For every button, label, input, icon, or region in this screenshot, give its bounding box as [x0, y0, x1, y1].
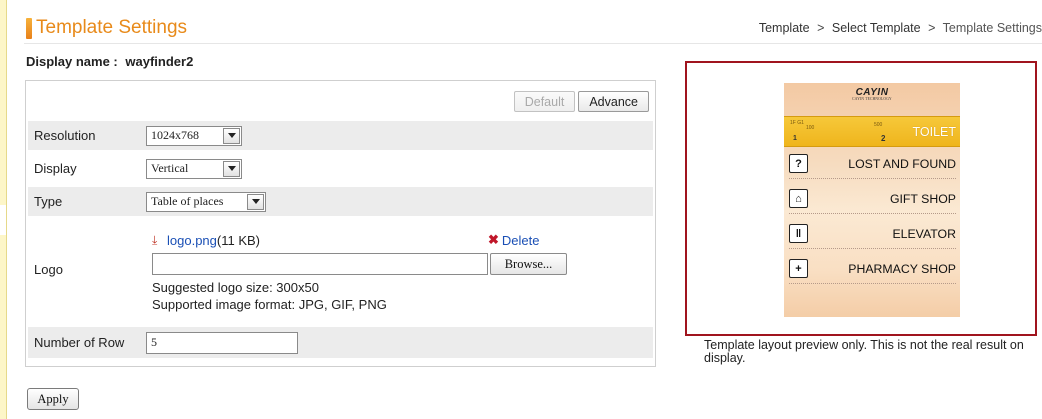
preview-tiny-a: 1F G1 — [790, 120, 804, 126]
preview-place-row: + PHARMACY SHOP — [789, 254, 956, 284]
display-label: Display — [34, 161, 77, 176]
logo-file-link[interactable]: logo.png — [167, 233, 217, 248]
display-name-value: wayfinder2 — [125, 54, 194, 69]
preview-place-name: ELEVATOR — [892, 226, 956, 241]
preview-number: 2 — [881, 134, 886, 143]
lost-found-icon: ? — [789, 154, 808, 173]
display-row: Display Vertical — [28, 154, 653, 183]
preview-floor: 1 — [793, 135, 797, 142]
resolution-label: Resolution — [34, 128, 96, 143]
download-icon: ⤓ — [152, 233, 158, 247]
number-of-row-input[interactable]: 5 — [146, 331, 298, 354]
default-button[interactable]: Default — [513, 91, 576, 112]
preview-brand-sub: CAYIN TECHNOLOGY — [852, 97, 892, 101]
preview-place-name: GIFT SHOP — [889, 191, 956, 206]
pharmacy-icon: + — [789, 259, 808, 278]
type-value: Table of places — [151, 194, 224, 208]
preview-toilet-name: TOILET — [912, 125, 956, 139]
delete-x-icon[interactable]: ✖ — [488, 232, 499, 248]
preview-place-row: ? LOST AND FOUND — [789, 149, 956, 179]
preview-highlight-row: 1F G1 100 500 1 2 TOILET — [784, 116, 960, 147]
gift-shop-icon: ⌂ — [789, 189, 808, 208]
number-of-row-label: Number of Row — [34, 335, 125, 350]
preview-place-row: ‖ ELEVATOR — [789, 219, 956, 249]
display-name: Display name : wayfinder2 — [26, 54, 193, 69]
elevator-icon: ‖ — [789, 224, 808, 243]
preview-note: Template layout preview only. This is no… — [704, 338, 1024, 365]
preview-tiny-b: 100 — [806, 125, 815, 131]
logo-size-hint: Suggested logo size: 300x50 — [152, 280, 319, 295]
chevron-down-icon[interactable] — [247, 193, 264, 210]
type-label: Type — [34, 194, 63, 209]
preview-tiny-c: 500 — [874, 122, 883, 128]
title-divider — [24, 43, 1042, 44]
preview-screen: CAYIN CAYIN TECHNOLOGY 1F G1 100 500 1 2… — [784, 83, 960, 317]
display-select[interactable]: Vertical — [146, 158, 242, 179]
logo-file-input[interactable] — [152, 253, 488, 275]
preview-place-row: ⌂ GIFT SHOP — [789, 184, 956, 214]
page-title: Template Settings — [36, 17, 188, 38]
type-row: Type Table of places — [28, 187, 653, 216]
number-of-row-value: 5 — [151, 335, 157, 349]
logo-controls: ⤓ logo.png (11 KB) ✖ Delete Browse... Su… — [152, 231, 652, 313]
logo-file-line: ⤓ logo.png (11 KB) ✖ Delete — [152, 231, 652, 249]
type-select[interactable]: Table of places — [146, 191, 266, 212]
number-of-row-row: Number of Row 5 — [28, 327, 653, 358]
delete-logo-link[interactable]: Delete — [502, 233, 540, 248]
chevron-down-icon[interactable] — [223, 160, 240, 177]
breadcrumb-separator: > — [928, 21, 936, 35]
preview-logo: CAYIN CAYIN TECHNOLOGY — [784, 87, 960, 101]
display-value: Vertical — [151, 161, 189, 175]
settings-panel: Default Advance Resolution 1024x768 Disp… — [25, 80, 656, 367]
advance-button[interactable]: Advance — [578, 91, 649, 112]
template-preview: CAYIN CAYIN TECHNOLOGY 1F G1 100 500 1 2… — [685, 61, 1037, 336]
logo-label: Logo — [34, 262, 63, 277]
chevron-down-icon[interactable] — [223, 127, 240, 144]
resolution-select[interactable]: 1024x768 — [146, 125, 242, 146]
breadcrumb: Template > Select Template > Template Se… — [759, 21, 1042, 35]
page-header: Template Settings — [26, 15, 187, 41]
logo-file-size: (11 KB) — [216, 232, 260, 248]
resolution-row: Resolution 1024x768 — [28, 121, 653, 150]
settings-toolbar: Default Advance — [513, 91, 649, 112]
breadcrumb-separator: > — [817, 21, 825, 35]
breadcrumb-current: Template Settings — [942, 21, 1042, 35]
browse-button[interactable]: Browse... — [490, 253, 567, 275]
resolution-value: 1024x768 — [151, 128, 199, 142]
logo-upload-row: Browse... — [152, 253, 652, 275]
breadcrumb-template[interactable]: Template — [759, 21, 810, 35]
breadcrumb-select-template[interactable]: Select Template — [832, 21, 921, 35]
preview-place-name: LOST AND FOUND — [848, 156, 956, 171]
preview-place-name: PHARMACY SHOP — [848, 261, 956, 276]
title-accent-icon — [26, 17, 32, 39]
apply-button[interactable]: Apply — [27, 388, 79, 410]
display-name-label: Display name : — [26, 54, 118, 69]
logo-format-hint: Supported image format: JPG, GIF, PNG — [152, 297, 387, 312]
delete-logo[interactable]: ✖ Delete — [488, 231, 539, 249]
